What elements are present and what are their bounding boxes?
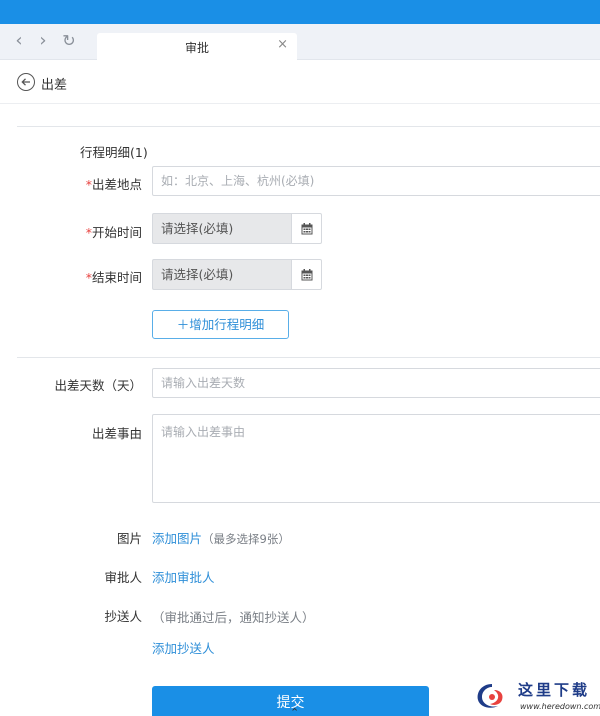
approver-label: 审批人 bbox=[104, 570, 142, 585]
calendar-icon bbox=[301, 269, 313, 281]
browser-back-icon[interactable]: ‹ bbox=[10, 32, 28, 50]
days-label: 出差天数（天） bbox=[54, 378, 142, 393]
chevron-up-icon: ⌃ bbox=[290, 706, 300, 716]
tab-title: 审批 bbox=[184, 41, 209, 55]
watermark: 这里下载 www.heredown.com bbox=[466, 676, 600, 716]
watermark-logo-icon bbox=[477, 684, 503, 708]
browser-tab[interactable]: 审批 × bbox=[97, 33, 297, 60]
page-title: 出差 bbox=[41, 78, 68, 93]
watermark-text: 这里下载 bbox=[518, 681, 591, 699]
end-time-calendar-button[interactable] bbox=[291, 259, 322, 290]
approver-row: 添加审批人 bbox=[152, 567, 215, 586]
end-time-input[interactable]: 请选择(必填) bbox=[152, 259, 292, 290]
reason-label: 出差事由 bbox=[91, 426, 142, 441]
watermark-url: www.heredown.com bbox=[520, 702, 600, 711]
location-label: *出差地点 bbox=[85, 177, 142, 192]
end-time-label: *结束时间 bbox=[85, 270, 142, 285]
cc-hint: （审批通过后，通知抄送人） bbox=[152, 610, 315, 625]
start-time-input[interactable]: 请选择(必填) bbox=[152, 213, 292, 244]
calendar-icon bbox=[301, 223, 313, 235]
section-divider bbox=[17, 357, 600, 358]
images-row: 添加图片（最多选择9张） bbox=[152, 528, 290, 547]
location-input[interactable]: 如：北京、上海、杭州(必填) bbox=[152, 166, 600, 196]
top-accent-bar bbox=[0, 0, 600, 24]
page-header: 出差 bbox=[0, 60, 600, 104]
days-input[interactable]: 请输入出差天数 bbox=[152, 368, 600, 398]
add-cc-link[interactable]: 添加抄送人 bbox=[152, 641, 215, 656]
browser-forward-icon[interactable]: › bbox=[34, 32, 52, 50]
add-itinerary-button[interactable]: ＋增加行程明细 bbox=[152, 310, 289, 339]
images-hint: （最多选择9张） bbox=[202, 532, 290, 546]
start-time-calendar-button[interactable] bbox=[291, 213, 322, 244]
cc-label: 抄送人 bbox=[104, 609, 142, 624]
itinerary-section-title: 行程明细(1) bbox=[80, 145, 148, 160]
back-arrow-icon[interactable] bbox=[17, 73, 35, 91]
start-time-label: *开始时间 bbox=[85, 225, 142, 240]
add-image-link[interactable]: 添加图片 bbox=[152, 531, 202, 546]
browser-toolbar: ‹ › ↻ 审批 × bbox=[0, 24, 600, 60]
cc-row: 添加抄送人 bbox=[152, 638, 215, 657]
reason-textarea[interactable]: 请输入出差事由 bbox=[152, 414, 600, 503]
images-label: 图片 bbox=[116, 531, 142, 546]
tab-close-icon[interactable]: × bbox=[277, 37, 288, 52]
section-divider bbox=[17, 126, 600, 127]
add-approver-link[interactable]: 添加审批人 bbox=[152, 570, 215, 585]
browser-reload-icon[interactable]: ↻ bbox=[60, 32, 78, 50]
